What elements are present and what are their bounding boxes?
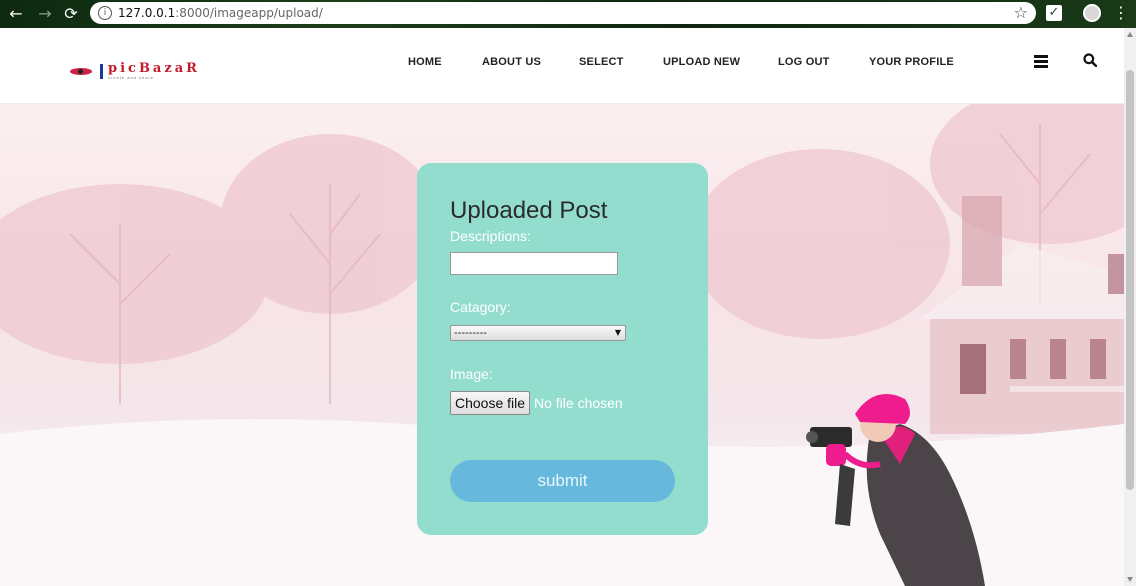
logo-eye-icon (70, 68, 92, 75)
form-title: Uploaded Post (450, 197, 608, 224)
nav-log-out[interactable]: LOG OUT (778, 56, 830, 68)
back-arrow-icon[interactable]: ← (6, 4, 26, 24)
site-header: picBazaR create and share HOME ABOUT US … (0, 28, 1124, 104)
profile-avatar-icon[interactable] (1083, 4, 1101, 22)
nav-home[interactable]: HOME (408, 56, 442, 68)
info-icon[interactable]: i (98, 6, 112, 20)
nav-select[interactable]: SELECT (579, 56, 624, 68)
browser-menu-icon[interactable]: ⋮ (1113, 3, 1129, 22)
upload-form-card: Uploaded Post Descriptions: Catagory: --… (417, 163, 708, 535)
category-selected-value: --------- (454, 327, 487, 339)
search-icon[interactable] (1083, 53, 1097, 67)
scroll-down-arrow-icon[interactable] (1127, 577, 1133, 582)
category-label: Catagory: (450, 299, 511, 315)
bookmark-star-icon[interactable]: ☆ (1014, 3, 1028, 22)
description-label: Descriptions: (450, 228, 531, 244)
logo-tagline: create and share (108, 75, 155, 80)
forward-arrow-icon[interactable]: → (35, 4, 55, 24)
url-text: 127.0.0.1:8000/imageapp/upload/ (118, 6, 323, 20)
hamburger-menu-icon[interactable] (1034, 55, 1048, 68)
description-input[interactable] (450, 252, 618, 275)
scrollbar-thumb[interactable] (1126, 70, 1134, 490)
file-status-text: No file chosen (534, 395, 623, 411)
browser-toolbar: ← → ⟳ i 127.0.0.1:8000/imageapp/upload/ … (0, 0, 1136, 28)
logo-text: picBazaR (108, 61, 200, 76)
nav-about-us[interactable]: ABOUT US (482, 56, 541, 68)
submit-button[interactable]: submit (450, 460, 675, 502)
nav-upload-new[interactable]: UPLOAD NEW (663, 56, 740, 68)
image-label: Image: (450, 366, 493, 382)
nav-your-profile[interactable]: YOUR PROFILE (869, 56, 954, 68)
page-scrollbar[interactable] (1124, 28, 1136, 586)
category-select[interactable]: --------- ▼ (450, 325, 626, 341)
scroll-up-arrow-icon[interactable] (1127, 32, 1133, 37)
extension-check-icon[interactable]: ✓ (1046, 5, 1062, 21)
address-bar[interactable]: i 127.0.0.1:8000/imageapp/upload/ ☆ (90, 2, 1036, 24)
dropdown-arrow-icon: ▼ (614, 328, 621, 337)
reload-icon[interactable]: ⟳ (61, 4, 81, 24)
choose-file-button[interactable]: Choose file (450, 391, 530, 415)
